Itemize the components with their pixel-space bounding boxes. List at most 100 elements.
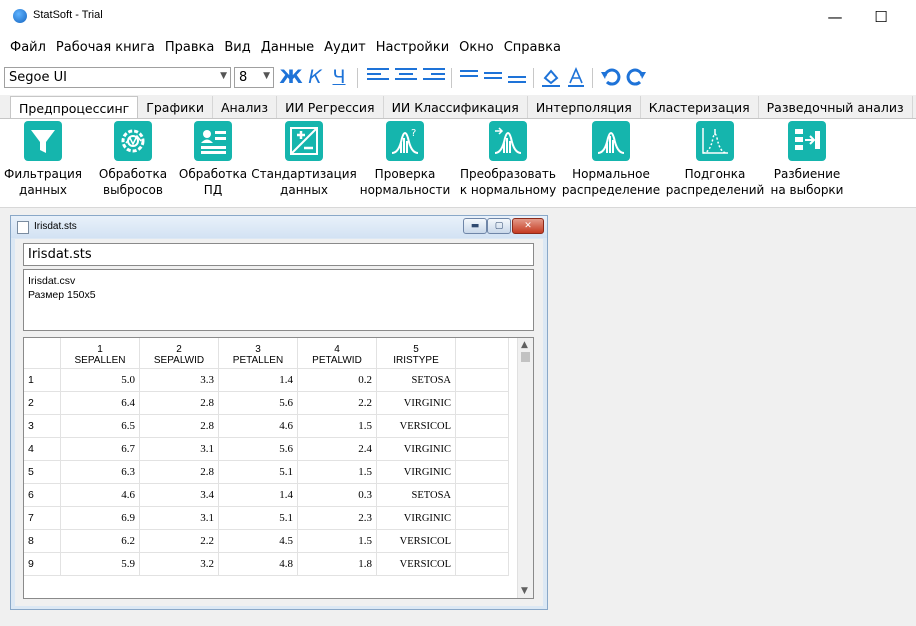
empty-cell[interactable] (455, 414, 509, 438)
filter-data-button[interactable]: Фильтрация данных (4, 121, 82, 198)
table-cell[interactable]: 2.8 (139, 414, 219, 438)
row-number[interactable]: 8 (24, 529, 61, 553)
table-cell[interactable]: VIRGINIC (376, 391, 456, 415)
row-number[interactable]: 5 (24, 460, 61, 484)
table-cell[interactable]: SETOSA (376, 368, 456, 392)
table-cell[interactable]: 4.6 (218, 414, 298, 438)
menu-settings[interactable]: Настройки (371, 40, 454, 55)
tab-charts[interactable]: Графики (138, 96, 213, 118)
table-cell[interactable]: 6.9 (60, 506, 140, 530)
table-cell[interactable]: 6.3 (60, 460, 140, 484)
table-cell[interactable]: 4.6 (60, 483, 140, 507)
tab-ai-classification[interactable]: ИИ Классификация (383, 96, 528, 118)
table-cell[interactable]: 5.6 (218, 437, 298, 461)
table-cell[interactable]: 4.8 (218, 552, 298, 576)
table-cell[interactable]: 2.8 (139, 460, 219, 484)
table-cell[interactable]: VIRGINIC (376, 506, 456, 530)
table-cell[interactable]: VERSICOL (376, 414, 456, 438)
table-cell[interactable]: 1.5 (297, 460, 377, 484)
table-cell[interactable]: 3.3 (139, 368, 219, 392)
document-minimize-button[interactable]: ▬ (463, 218, 487, 234)
menu-audit[interactable]: Аудит (319, 40, 371, 55)
table-cell[interactable]: VERSICOL (376, 552, 456, 576)
distribution-fit-button[interactable]: Подгонка распределений (666, 121, 764, 198)
column-header[interactable]: 4 PETALWID (297, 338, 377, 369)
table-cell[interactable]: 0.3 (297, 483, 377, 507)
row-number[interactable]: 6 (24, 483, 61, 507)
table-cell[interactable]: VIRGINIC (376, 460, 456, 484)
table-cell[interactable]: SETOSA (376, 483, 456, 507)
data-grid[interactable]: 1 SEPALLEN 2 SEPALWID 3 PETALLEN 4 PETALWID … (23, 337, 534, 599)
align-center-icon[interactable] (395, 68, 417, 86)
menu-file[interactable]: Файл (5, 40, 51, 55)
bold-button[interactable]: Ж (279, 65, 302, 89)
empty-cell[interactable] (455, 368, 509, 392)
empty-cell[interactable] (455, 552, 509, 576)
table-cell[interactable]: 3.1 (139, 437, 219, 461)
column-header[interactable]: 2 SEPALWID (139, 338, 219, 369)
empty-cell[interactable] (455, 460, 509, 484)
table-cell[interactable]: 3.2 (139, 552, 219, 576)
scroll-down-icon[interactable]: ▼ (521, 586, 528, 596)
standardize-button[interactable]: Стандартизация данных (251, 121, 357, 198)
table-cell[interactable]: 6.2 (60, 529, 140, 553)
document-title-bar[interactable]: Irisdat.sts ▬ ▢ ✕ (11, 216, 547, 238)
font-size-select[interactable]: 8 ▼ (234, 67, 274, 88)
valign-middle-icon[interactable] (484, 72, 506, 90)
scroll-up-icon[interactable]: ▲ (521, 340, 528, 350)
row-number[interactable]: 4 (24, 437, 61, 461)
document-close-button[interactable]: ✕ (512, 218, 544, 234)
menu-view[interactable]: Вид (219, 40, 255, 55)
outliers-button[interactable]: Обработка выбросов (92, 121, 174, 198)
table-cell[interactable]: 4.5 (218, 529, 298, 553)
table-cell[interactable]: VERSICOL (376, 529, 456, 553)
italic-button[interactable]: К (305, 65, 325, 89)
table-cell[interactable]: 5.1 (218, 506, 298, 530)
font-family-select[interactable]: Segoe UI ▼ (4, 67, 231, 88)
column-header[interactable]: 5 IRISTYPE (376, 338, 456, 369)
tab-ai-regression[interactable]: ИИ Регрессия (277, 96, 384, 118)
split-samples-button[interactable]: Разбиение на выборки (766, 121, 848, 198)
table-cell[interactable]: VIRGINIC (376, 437, 456, 461)
table-cell[interactable]: 5.9 (60, 552, 140, 576)
table-cell[interactable]: 1.8 (297, 552, 377, 576)
transform-normal-button[interactable]: Преобразовать к нормальному (456, 121, 560, 198)
table-cell[interactable]: 6.4 (60, 391, 140, 415)
table-cell[interactable]: 2.3 (297, 506, 377, 530)
empty-cell[interactable] (455, 529, 509, 553)
row-number[interactable]: 2 (24, 391, 61, 415)
table-cell[interactable]: 2.8 (139, 391, 219, 415)
table-cell[interactable]: 3.4 (139, 483, 219, 507)
table-cell[interactable]: 6.7 (60, 437, 140, 461)
empty-cell[interactable] (455, 391, 509, 415)
redo-icon[interactable] (626, 65, 648, 89)
table-cell[interactable]: 6.5 (60, 414, 140, 438)
file-info-box[interactable]: Irisdat.csv Размер 150x5 (23, 269, 534, 331)
menu-edit[interactable]: Правка (160, 40, 219, 55)
table-cell[interactable]: 1.5 (297, 414, 377, 438)
scroll-thumb[interactable] (521, 352, 530, 362)
row-number[interactable]: 7 (24, 506, 61, 530)
empty-cell[interactable] (455, 506, 509, 530)
column-header[interactable]: 3 PETALLEN (218, 338, 298, 369)
table-cell[interactable]: 5.0 (60, 368, 140, 392)
document-maximize-button[interactable]: ▢ (487, 218, 511, 234)
file-name-field[interactable]: Irisdat.sts (23, 243, 534, 266)
table-cell[interactable]: 0.2 (297, 368, 377, 392)
tab-preprocessing[interactable]: Предпроцессинг (10, 96, 139, 119)
empty-cell[interactable] (455, 483, 509, 507)
menu-window[interactable]: Окно (454, 40, 499, 55)
close-button[interactable]: ✕ (904, 0, 916, 34)
minimize-button[interactable]: — (812, 0, 858, 34)
normality-check-button[interactable]: ? Проверка нормальности (358, 121, 452, 198)
table-cell[interactable]: 1.4 (218, 483, 298, 507)
valign-top-icon[interactable] (460, 70, 482, 88)
tab-exploratory-analysis[interactable]: Разведочный анализ (758, 96, 913, 118)
tab-analysis[interactable]: Анализ (212, 96, 278, 118)
empty-cell[interactable] (455, 437, 509, 461)
tab-clustering[interactable]: Кластеризация (640, 96, 759, 118)
table-cell[interactable]: 2.2 (139, 529, 219, 553)
table-cell[interactable]: 2.4 (297, 437, 377, 461)
table-cell[interactable]: 1.4 (218, 368, 298, 392)
table-cell[interactable]: 2.2 (297, 391, 377, 415)
